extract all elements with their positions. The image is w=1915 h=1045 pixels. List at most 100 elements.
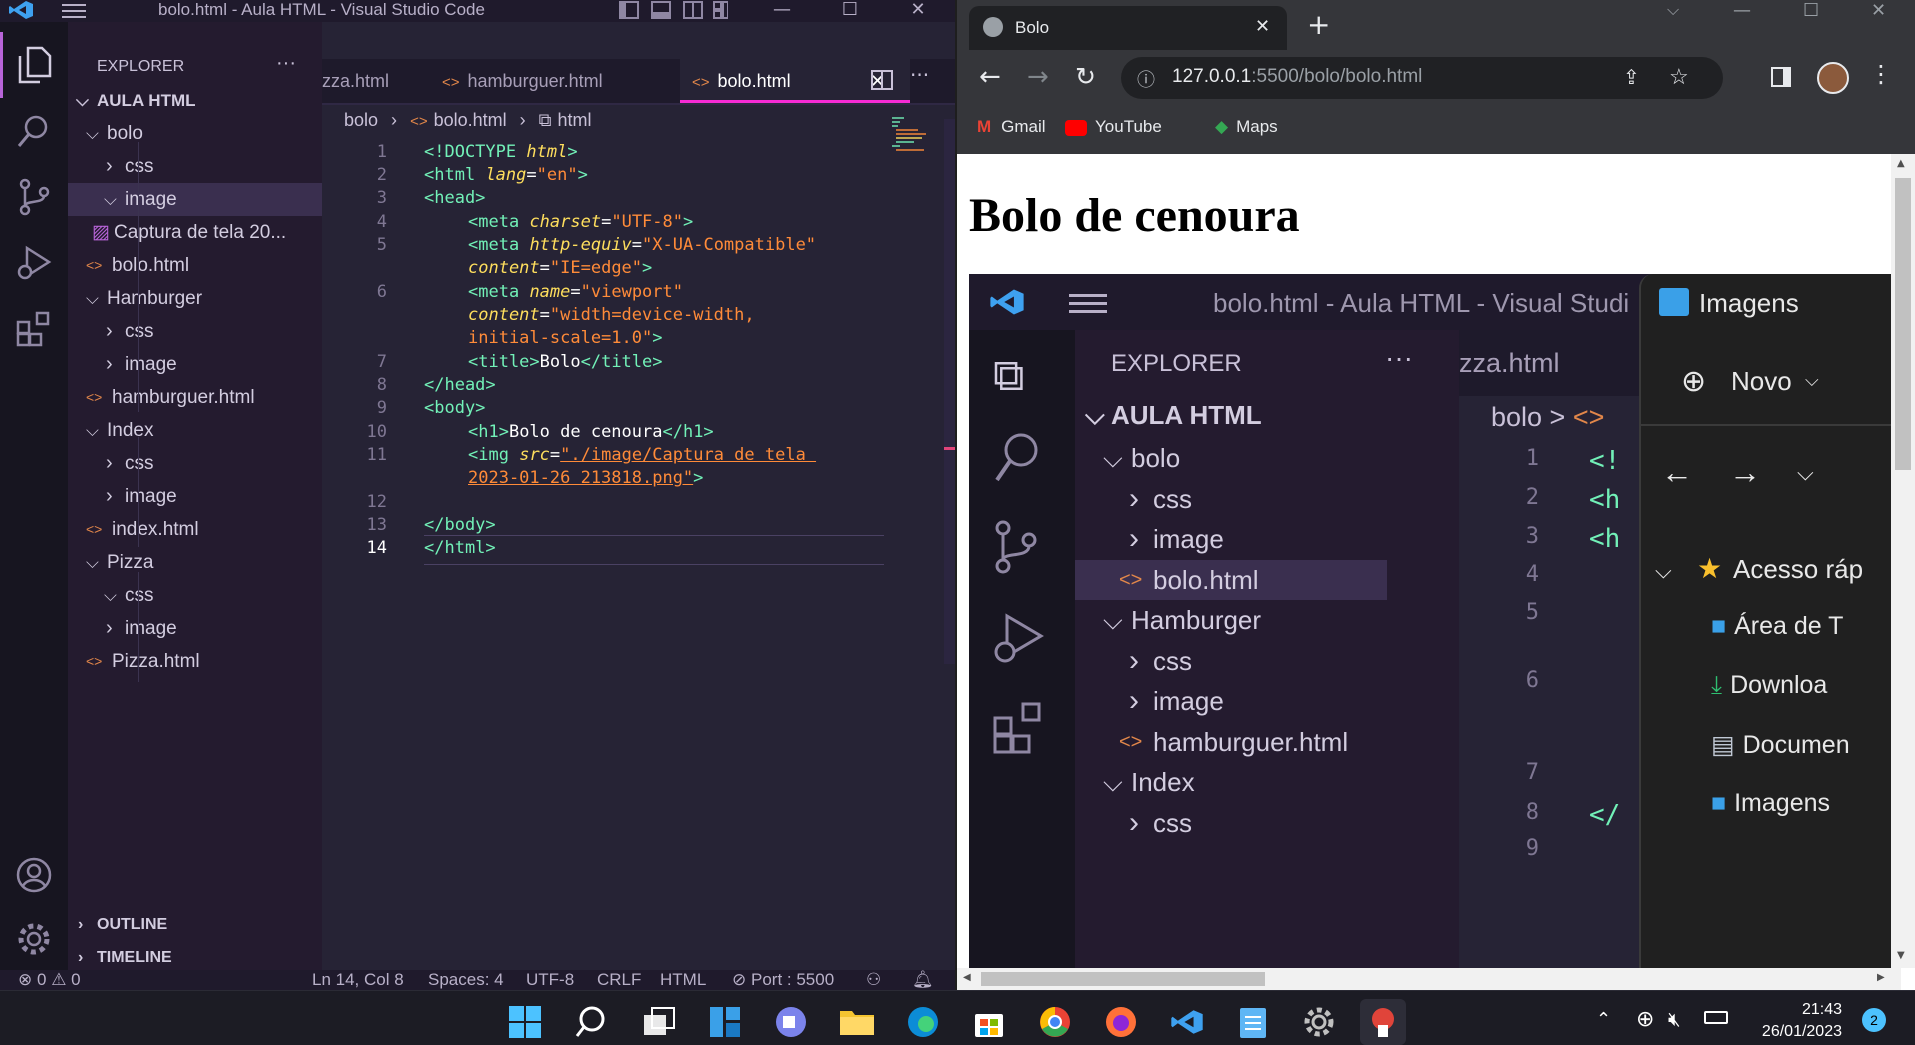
- share-icon[interactable]: ⇪: [1623, 65, 1640, 90]
- close-button[interactable]: ✕: [898, 0, 938, 22]
- tree-item[interactable]: <> bolo.html: [68, 249, 322, 282]
- minimize-button[interactable]: —: [1733, 0, 1751, 21]
- bookmark-gmail[interactable]: M Gmail: [977, 115, 1046, 139]
- feedback-icon[interactable]: ⚇: [866, 970, 881, 990]
- volume-muted-icon[interactable]: 🔇︎: [1668, 1007, 1681, 1031]
- firefox-icon[interactable]: [1098, 999, 1144, 1045]
- new-tab-button[interactable]: +: [1307, 8, 1330, 41]
- taskbar-search-icon[interactable]: [568, 999, 614, 1045]
- tree-item[interactable]: ⌵ Pizza: [68, 546, 322, 579]
- store-icon[interactable]: [966, 999, 1012, 1045]
- page-horizontal-scrollbar[interactable]: ◀ ▶: [957, 968, 1901, 990]
- tree-item[interactable]: ▨ Captura de tela 20...: [68, 216, 322, 249]
- breadcrumb-file[interactable]: bolo.html: [434, 110, 507, 130]
- page-vertical-scrollbar[interactable]: ▲ ▼: [1891, 154, 1915, 968]
- scroll-thumb[interactable]: [1895, 178, 1911, 470]
- minimap[interactable]: [892, 117, 932, 153]
- outline-section[interactable]: › OUTLINE: [68, 908, 322, 941]
- scroll-down-icon[interactable]: ▼: [1897, 950, 1905, 961]
- settings-gear-icon[interactable]: [0, 906, 68, 972]
- chrome-menu-icon[interactable]: ⋮: [1869, 60, 1893, 88]
- chrome-icon[interactable]: [1032, 999, 1078, 1045]
- teams-chat-icon[interactable]: [768, 999, 814, 1045]
- tray-chevron-icon[interactable]: ⌃: [1596, 1009, 1611, 1030]
- reload-button[interactable]: ↻: [1075, 62, 1096, 91]
- scroll-right-icon[interactable]: ▶: [1877, 972, 1885, 983]
- close-button[interactable]: ✕: [1871, 0, 1886, 21]
- tab-hamburguer[interactable]: <> hamburguer.html: [442, 59, 662, 103]
- tab-search-icon[interactable]: ⌵: [1667, 0, 1679, 20]
- notepad-icon[interactable]: [1230, 999, 1276, 1045]
- battery-icon[interactable]: [1704, 1011, 1728, 1024]
- edge-icon[interactable]: [900, 999, 946, 1045]
- task-view-icon[interactable]: [636, 999, 682, 1045]
- scroll-thumb[interactable]: [981, 972, 1265, 986]
- tree-item[interactable]: <> hamburguer.html: [68, 381, 322, 414]
- settings-icon[interactable]: [1296, 999, 1342, 1045]
- search-icon[interactable]: [0, 98, 68, 164]
- close-tab-icon[interactable]: ✕: [1255, 16, 1270, 37]
- browser-tab[interactable]: Bolo ✕: [969, 6, 1287, 50]
- tree-item[interactable]: ⌵ css: [68, 579, 322, 612]
- notification-badge[interactable]: 2: [1862, 1008, 1886, 1032]
- tree-item[interactable]: › image: [68, 480, 322, 513]
- widgets-icon[interactable]: [702, 999, 748, 1045]
- problems-indicator[interactable]: ⊗ 0 ⚠ 0: [18, 970, 81, 990]
- explorer-icon[interactable]: [0, 32, 68, 98]
- editor-scrollbar[interactable]: [944, 119, 955, 664]
- layout-controls[interactable]: [618, 0, 729, 22]
- tree-item[interactable]: › css: [68, 447, 322, 480]
- bookmark-maps[interactable]: ◆ Maps: [1215, 115, 1278, 139]
- windows-taskbar: ⌃ ⊕ 🔇︎ 21:43 26/01/2023 2: [0, 990, 1915, 1045]
- encoding[interactable]: UTF-8: [526, 970, 574, 990]
- indentation[interactable]: Spaces: 4: [428, 970, 504, 990]
- tree-item[interactable]: ⌵ Hamburger: [68, 282, 322, 315]
- menu-icon[interactable]: [62, 2, 88, 20]
- minimize-button[interactable]: —: [762, 0, 802, 22]
- source-control-icon[interactable]: [0, 164, 68, 230]
- run-debug-icon[interactable]: [0, 230, 68, 296]
- explorer-more-button[interactable]: ···: [276, 52, 296, 75]
- workspace-root[interactable]: ⌵ AULA HTML: [68, 84, 322, 117]
- tree-item[interactable]: › image: [68, 348, 322, 381]
- clock[interactable]: 21:43 26/01/2023: [1752, 1001, 1842, 1041]
- breadcrumb-folder[interactable]: bolo: [344, 110, 378, 130]
- forward-button[interactable]: →: [1027, 62, 1049, 92]
- profile-avatar[interactable]: [1817, 62, 1849, 94]
- live-server-port[interactable]: ⊘ Port : 5500: [732, 970, 834, 990]
- extensions-icon[interactable]: [0, 296, 68, 362]
- tree-item[interactable]: › css: [68, 150, 322, 183]
- address-bar[interactable]: ⓘ 127.0.0.1:5500/bolo/bolo.html ⇪ ☆: [1121, 57, 1723, 99]
- tree-item[interactable]: › image: [68, 612, 322, 645]
- breadcrumb-symbol[interactable]: html: [558, 110, 592, 130]
- scroll-up-icon[interactable]: ▲: [1897, 158, 1905, 169]
- language-mode[interactable]: HTML: [660, 970, 706, 990]
- cursor-position[interactable]: Ln 14, Col 8: [312, 970, 404, 990]
- tree-item[interactable]: ⌵ bolo: [68, 117, 322, 150]
- snipping-tool-icon[interactable]: [1360, 999, 1406, 1045]
- tree-item[interactable]: <> index.html: [68, 513, 322, 546]
- maximize-button[interactable]: ☐: [830, 0, 870, 22]
- bookmark-star-icon[interactable]: ☆: [1669, 64, 1689, 90]
- split-editor-icon[interactable]: [870, 69, 898, 93]
- bookmark-youtube[interactable]: YouTube: [1065, 115, 1162, 139]
- vscode-taskbar-icon[interactable]: [1164, 999, 1210, 1045]
- tree-item[interactable]: ⌵ image: [68, 183, 322, 216]
- account-icon[interactable]: [0, 842, 68, 908]
- tree-item[interactable]: <> Pizza.html: [68, 645, 322, 678]
- maximize-button[interactable]: ☐: [1803, 0, 1819, 21]
- windows-start-icon[interactable]: [502, 999, 548, 1045]
- editor-more-button[interactable]: ···: [910, 63, 929, 87]
- network-icon[interactable]: ⊕: [1636, 1007, 1654, 1032]
- scroll-left-icon[interactable]: ◀: [963, 972, 971, 983]
- tab-pizza[interactable]: zza.html: [322, 59, 422, 103]
- side-panel-icon[interactable]: [1771, 67, 1791, 87]
- bell-icon[interactable]: 🔔︎: [912, 970, 934, 990]
- tree-item-label: Index: [107, 420, 154, 441]
- back-button[interactable]: ←: [979, 62, 1001, 92]
- file-explorer-icon[interactable]: [834, 999, 880, 1045]
- code-editor[interactable]: <!DOCTYPE html> <html lang="en"> <head> …: [322, 142, 955, 662]
- eol[interactable]: CRLF: [597, 970, 641, 990]
- tree-item[interactable]: ⌵ Index: [68, 414, 322, 447]
- tree-item[interactable]: › css: [68, 315, 322, 348]
